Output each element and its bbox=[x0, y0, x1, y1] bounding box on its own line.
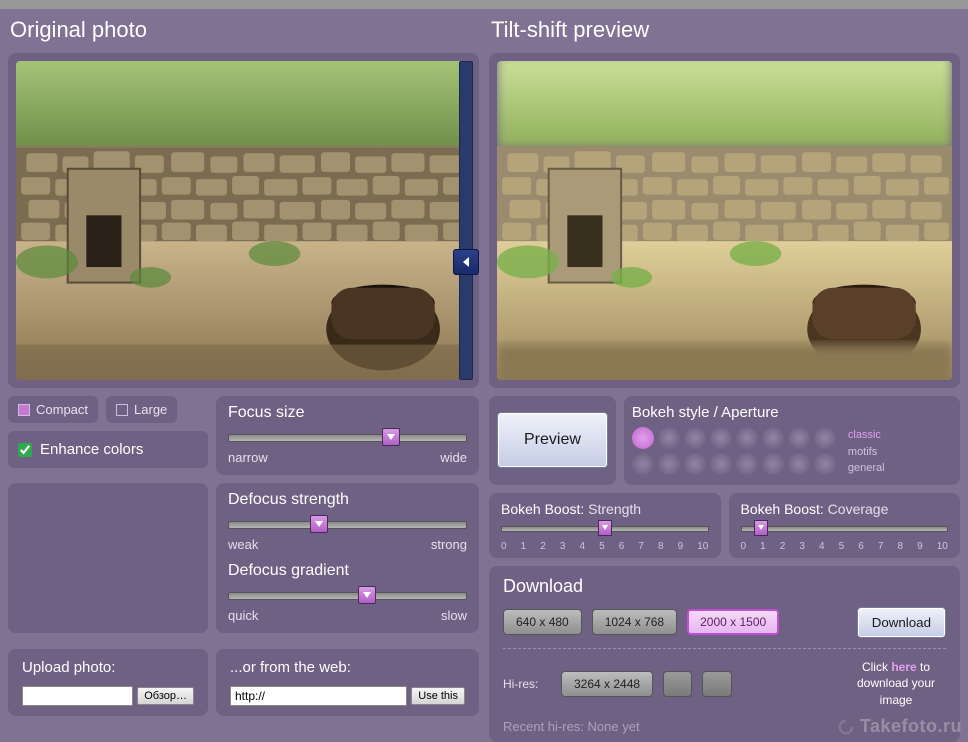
download-size-2[interactable]: 2000 x 1500 bbox=[687, 609, 779, 635]
bokeh-title: Bokeh style / Aperture bbox=[632, 404, 952, 421]
enhance-colors-toggle[interactable]: Enhance colors bbox=[8, 431, 208, 468]
bokeh-cat-motifs[interactable]: motifs bbox=[848, 444, 885, 461]
bokeh-grid bbox=[632, 427, 836, 475]
defocus-max-label: strong bbox=[431, 537, 467, 552]
focus-size-title: Focus size bbox=[228, 404, 467, 422]
focus-min-label: narrow bbox=[228, 450, 268, 465]
upload-title: Upload photo: bbox=[22, 659, 194, 676]
bokeh-option[interactable] bbox=[684, 427, 706, 449]
upload-panel: Upload photo: Обзор… bbox=[8, 649, 208, 716]
download-here-link[interactable]: here bbox=[891, 660, 916, 674]
recent-value: None yet bbox=[588, 719, 640, 734]
use-this-button[interactable]: Use this bbox=[411, 687, 465, 705]
gradient-max-label: slow bbox=[441, 608, 467, 623]
bokeh-boost-coverage-panel: Bokeh Boost: Coverage 012345678910 bbox=[729, 493, 961, 558]
gradient-min-label: quick bbox=[228, 608, 258, 623]
bokeh-option[interactable] bbox=[788, 427, 810, 449]
bokeh-category-labels: classic motifs general bbox=[848, 427, 885, 477]
focus-size-panel: Focus size narrow wide bbox=[216, 396, 479, 475]
boost-coverage-pre: Bokeh Boost: bbox=[741, 501, 824, 517]
bokeh-option[interactable] bbox=[710, 427, 732, 449]
focus-line-slider-handle[interactable] bbox=[453, 249, 479, 275]
bokeh-option[interactable] bbox=[658, 427, 680, 449]
large-label: Large bbox=[134, 402, 167, 417]
browse-button[interactable]: Обзор… bbox=[137, 687, 194, 705]
preview-title: Tilt-shift preview bbox=[491, 17, 958, 43]
hires-label: Hi-res: bbox=[503, 677, 551, 691]
bokeh-cat-general[interactable]: general bbox=[848, 460, 885, 477]
preview-button[interactable]: Preview bbox=[497, 412, 608, 468]
enhance-colors-label: Enhance colors bbox=[40, 441, 143, 458]
hires-slot-2: . bbox=[702, 671, 731, 697]
original-photo-panel bbox=[8, 53, 479, 388]
radio-filled-icon bbox=[18, 404, 30, 416]
hires-size[interactable]: 3264 x 2448 bbox=[561, 671, 653, 697]
original-title: Original photo bbox=[10, 17, 477, 43]
left-column: Original photo bbox=[8, 9, 479, 742]
compact-label: Compact bbox=[36, 402, 88, 417]
bokeh-option[interactable] bbox=[814, 453, 836, 475]
divider bbox=[503, 648, 946, 649]
bokeh-option[interactable] bbox=[762, 453, 784, 475]
download-title: Download bbox=[503, 576, 946, 597]
defocus-panel: Defocus strength weak strong Defocus gra… bbox=[216, 483, 479, 633]
radio-empty-icon bbox=[116, 404, 128, 416]
defocus-strength-slider[interactable] bbox=[228, 517, 467, 533]
boost-strength-label: Strength bbox=[588, 501, 641, 517]
defocus-strength-title: Defocus strength bbox=[228, 491, 467, 509]
preview-photo bbox=[497, 61, 952, 380]
download-button[interactable]: Download bbox=[857, 607, 946, 638]
defocus-gradient-title: Defocus gradient bbox=[228, 562, 467, 580]
boost-coverage-ticks: 012345678910 bbox=[741, 541, 949, 552]
boost-coverage-slider[interactable] bbox=[741, 523, 949, 537]
bokeh-option[interactable] bbox=[814, 427, 836, 449]
large-size-button[interactable]: Large bbox=[106, 396, 177, 423]
defocus-gradient-slider[interactable] bbox=[228, 588, 467, 604]
url-upload-title: ...or from the web: bbox=[230, 659, 465, 676]
file-input[interactable] bbox=[22, 686, 133, 706]
boost-strength-slider[interactable] bbox=[501, 523, 709, 537]
bokeh-option[interactable] bbox=[736, 427, 758, 449]
focus-size-slider[interactable] bbox=[228, 430, 467, 446]
bokeh-option[interactable] bbox=[684, 453, 706, 475]
bokeh-option[interactable] bbox=[736, 453, 758, 475]
bokeh-style-panel: Bokeh style / Aperture bbox=[624, 396, 960, 485]
bokeh-cat-classic[interactable]: classic bbox=[848, 427, 885, 444]
empty-panel bbox=[8, 483, 208, 633]
url-upload-panel: ...or from the web: Use this bbox=[216, 649, 479, 716]
right-column: Tilt-shift preview bbox=[489, 9, 960, 742]
top-bar bbox=[0, 0, 968, 9]
bokeh-option[interactable] bbox=[632, 427, 654, 449]
recent-hires: Recent hi-res: None yet bbox=[503, 719, 946, 734]
bokeh-option[interactable] bbox=[632, 453, 654, 475]
boost-coverage-label: Coverage bbox=[828, 501, 889, 517]
enhance-colors-checkbox[interactable] bbox=[18, 443, 32, 457]
focus-line-slider-track[interactable] bbox=[459, 61, 473, 380]
focus-max-label: wide bbox=[440, 450, 467, 465]
preview-button-panel: Preview bbox=[489, 396, 616, 485]
bokeh-option[interactable] bbox=[762, 427, 784, 449]
bokeh-boost-strength-panel: Bokeh Boost: Strength 012345678910 bbox=[489, 493, 721, 558]
compact-size-button[interactable]: Compact bbox=[8, 396, 98, 423]
original-photo bbox=[16, 61, 471, 380]
url-input[interactable] bbox=[230, 686, 407, 706]
download-size-0[interactable]: 640 x 480 bbox=[503, 609, 582, 635]
download-size-1[interactable]: 1024 x 768 bbox=[592, 609, 677, 635]
triangle-left-icon bbox=[461, 256, 471, 268]
bokeh-option[interactable] bbox=[788, 453, 810, 475]
bokeh-option[interactable] bbox=[658, 453, 680, 475]
hires-slot-1: . bbox=[663, 671, 692, 697]
bokeh-option[interactable] bbox=[710, 453, 732, 475]
download-hint: Click here to download your image bbox=[846, 659, 946, 709]
preview-photo-panel bbox=[489, 53, 960, 388]
recent-label: Recent hi-res: bbox=[503, 719, 584, 734]
download-panel: Download 640 x 480 1024 x 768 2000 x 150… bbox=[489, 566, 960, 742]
boost-strength-ticks: 012345678910 bbox=[501, 541, 709, 552]
defocus-min-label: weak bbox=[228, 537, 258, 552]
boost-strength-pre: Bokeh Boost: bbox=[501, 501, 584, 517]
